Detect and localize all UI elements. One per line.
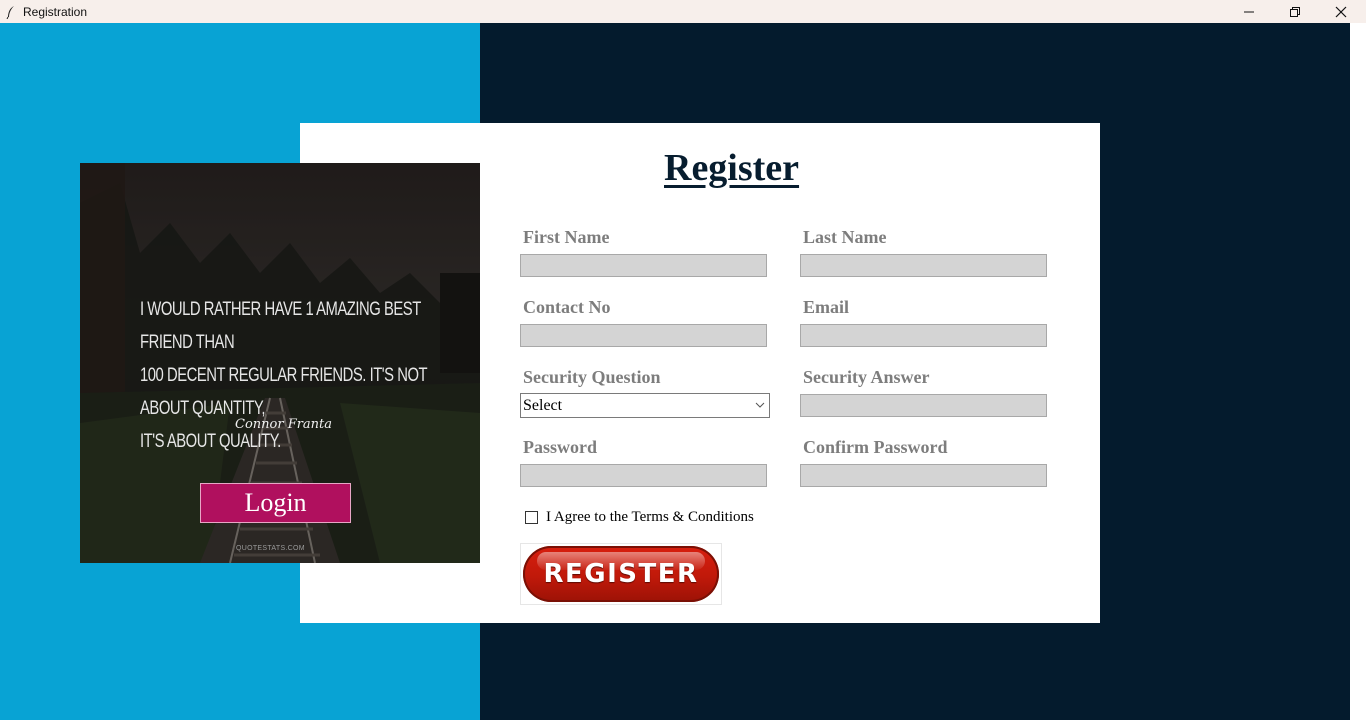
first-name-field[interactable] [520, 254, 767, 277]
quote-watermark: QUOTESTATS.COM [236, 545, 305, 552]
quote-image: I would rather have 1 amazing best frien… [80, 163, 480, 563]
contact-no-label: Contact No [523, 297, 611, 317]
confirm-password-field[interactable] [800, 464, 1047, 487]
last-name-label: Last Name [803, 227, 887, 247]
confirm-password-label: Confirm Password [803, 437, 948, 457]
minimize-button[interactable] [1226, 0, 1272, 23]
page-title: Register [664, 147, 800, 189]
chevron-down-icon [755, 402, 765, 408]
window-title: Registration [23, 4, 88, 19]
password-field[interactable] [520, 464, 767, 487]
register-label: REGISTER [543, 559, 699, 589]
login-button[interactable]: Login [200, 483, 351, 523]
window-title-bar: Registration [0, 0, 1366, 23]
security-answer-field[interactable] [800, 394, 1047, 417]
last-name-field[interactable] [800, 254, 1047, 277]
contact-no-field[interactable] [520, 324, 767, 347]
security-question-selected: Select [523, 396, 563, 414]
close-button[interactable] [1318, 0, 1364, 23]
restore-icon [1290, 6, 1300, 17]
security-question-label: Security Question [523, 367, 661, 387]
quote-line: I would rather have 1 amazing best frien… [140, 299, 421, 353]
window-edge [1350, 23, 1366, 720]
terms-label: I Agree to the Terms & Conditions [546, 509, 754, 525]
first-name-label: First Name [523, 227, 610, 247]
feather-icon [6, 5, 14, 19]
register-button[interactable]: REGISTER [520, 543, 722, 605]
minimize-icon [1244, 11, 1254, 12]
register-pill: REGISTER [523, 546, 719, 602]
terms-row: I Agree to the Terms & Conditions [525, 509, 754, 526]
password-label: Password [523, 437, 598, 457]
quote-text: I would rather have 1 amazing best frien… [140, 293, 436, 458]
quote-line: 100 decent regular friends. It's not abo… [140, 365, 427, 419]
security-question-select[interactable]: Select [520, 393, 770, 418]
email-label: Email [803, 297, 850, 317]
email-field[interactable] [800, 324, 1047, 347]
quote-author: Connor Franta [235, 417, 333, 432]
restore-button[interactable] [1272, 0, 1318, 23]
terms-checkbox[interactable] [525, 511, 538, 524]
security-answer-label: Security Answer [803, 367, 930, 387]
close-icon [1335, 6, 1347, 17]
